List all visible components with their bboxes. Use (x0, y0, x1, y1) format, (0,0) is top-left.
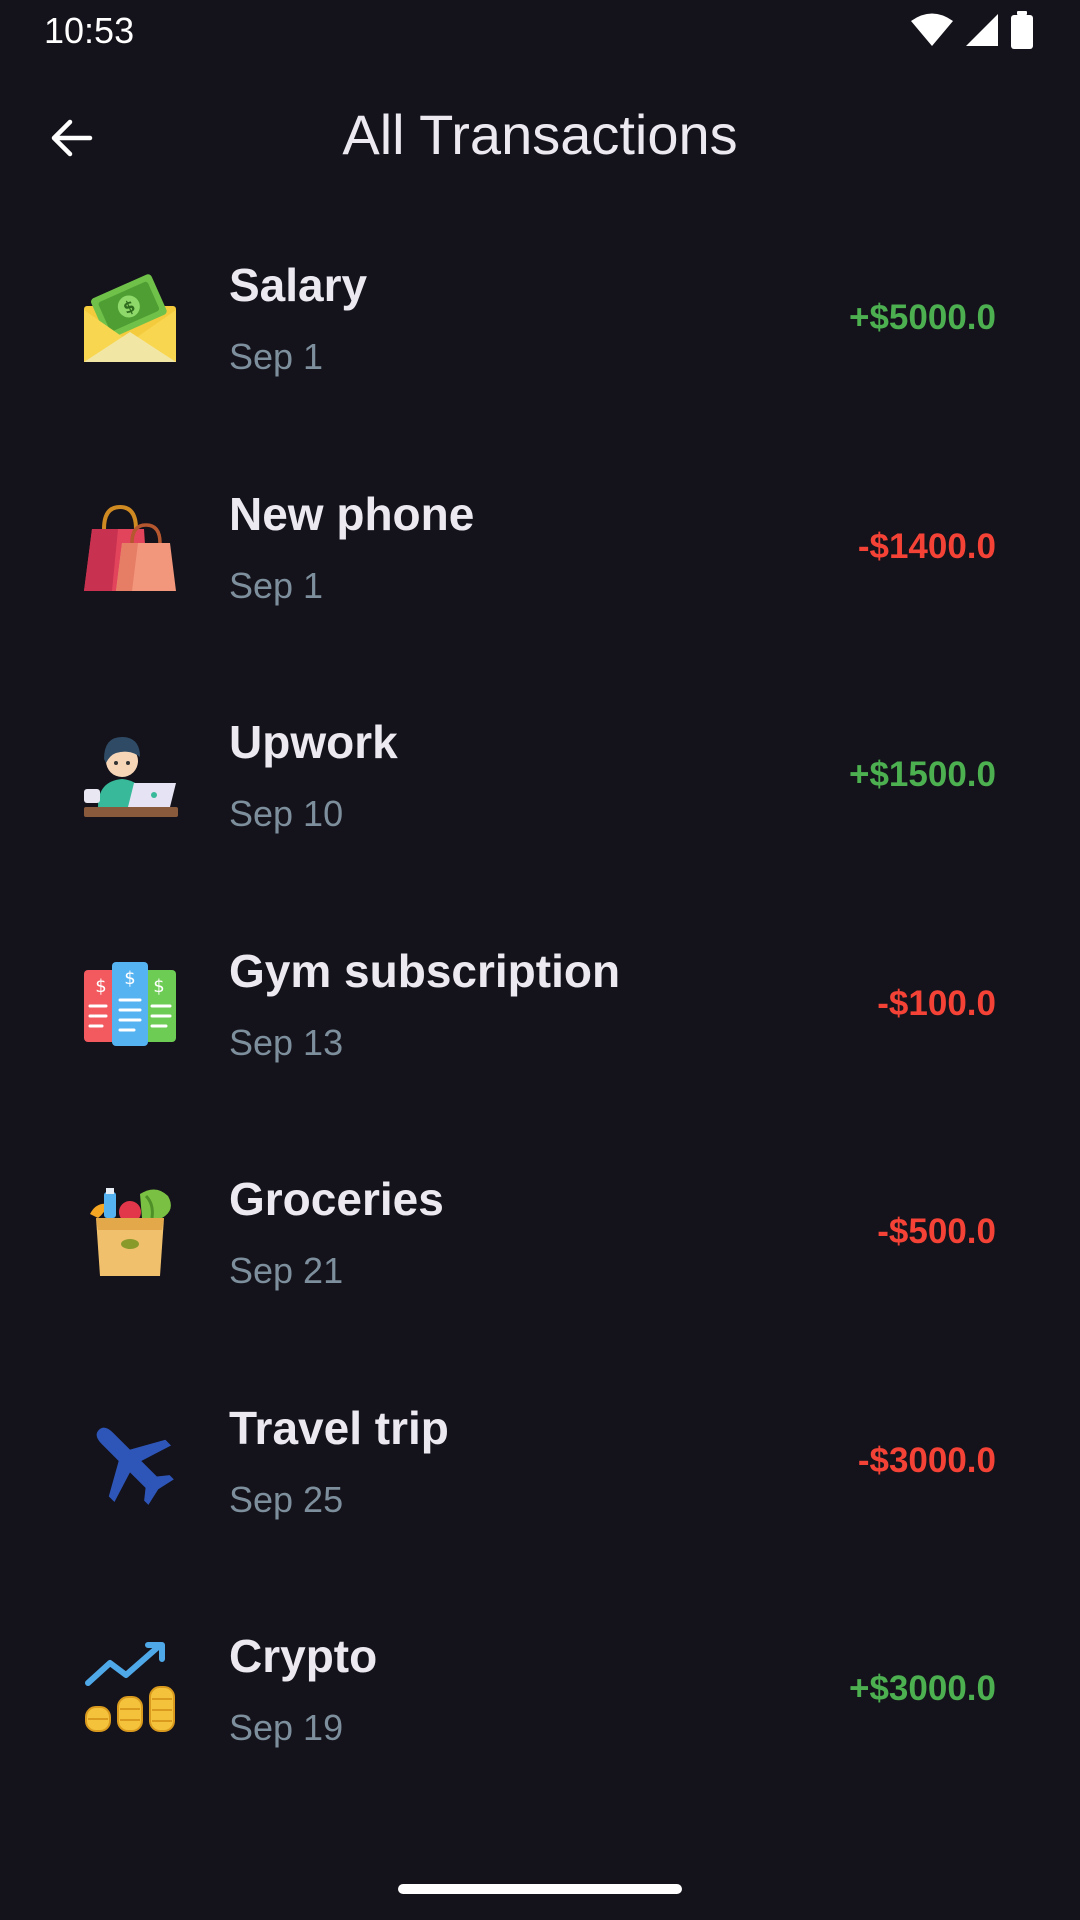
transaction-name: Gym subscription (229, 944, 621, 997)
status-time: 10:53 (44, 10, 135, 51)
receipts-icon: $ $ $ (82, 956, 178, 1052)
transaction-date: Sep 1 (229, 564, 324, 606)
transaction-name: Travel trip (229, 1401, 449, 1454)
freelancer-laptop-icon (82, 727, 178, 823)
transaction-date: Sep 25 (229, 1478, 344, 1520)
battery-icon (1010, 10, 1034, 54)
transactions-list: $ Salary Sep 1 +$5000.0 New phone Sep 1 … (0, 222, 1080, 1822)
transaction-row[interactable]: Crypto Sep 19 +$3000.0 (0, 1593, 1080, 1822)
transaction-name: New phone (229, 487, 475, 540)
airplane-icon (82, 1413, 178, 1509)
status-bar: 10:53 (0, 0, 1080, 64)
transaction-row[interactable]: $ Salary Sep 1 +$5000.0 (0, 222, 1080, 451)
home-indicator[interactable] (398, 1884, 682, 1894)
transaction-date: Sep 21 (229, 1250, 344, 1291)
transaction-amount: +$3000.0 (849, 1669, 996, 1708)
app-bar: All Transactions (0, 64, 1080, 206)
signal-icon (964, 12, 1000, 53)
transaction-row[interactable]: New phone Sep 1 -$1400.0 (0, 451, 1080, 680)
transaction-amount: +$1500.0 (849, 755, 996, 794)
transaction-date: Sep 10 (229, 793, 344, 834)
transaction-amount: -$500.0 (877, 1212, 996, 1251)
salary-envelope-icon: $ (82, 270, 178, 366)
transaction-row[interactable]: $ $ $ Gym subscription Sep 13 -$100.0 (0, 908, 1080, 1137)
transaction-date: Sep 13 (229, 1021, 344, 1063)
transaction-amount: +$5000.0 (849, 298, 996, 337)
svg-text:$: $ (124, 968, 135, 989)
svg-text:$: $ (153, 976, 164, 997)
transaction-row[interactable]: Groceries Sep 21 -$500.0 (0, 1136, 1080, 1365)
transaction-amount: -$1400.0 (857, 526, 996, 566)
transaction-name: Crypto (229, 1630, 378, 1682)
wifi-icon (910, 12, 954, 53)
grocery-bag-icon (82, 1184, 178, 1280)
transaction-name: Salary (229, 259, 368, 311)
transaction-date: Sep 19 (229, 1707, 344, 1748)
transaction-amount: -$100.0 (877, 983, 996, 1023)
coins-growth-icon (82, 1641, 178, 1737)
page-title: All Transactions (342, 103, 738, 166)
transaction-date: Sep 1 (229, 336, 324, 377)
transaction-row[interactable]: Travel trip Sep 25 -$3000.0 (0, 1365, 1080, 1594)
status-icons (910, 10, 1034, 54)
transaction-amount: -$3000.0 (857, 1440, 996, 1480)
transaction-name: Upwork (229, 716, 398, 768)
transaction-row[interactable]: Upwork Sep 10 +$1500.0 (0, 679, 1080, 908)
shopping-bags-icon (82, 499, 178, 595)
transaction-name: Groceries (229, 1173, 444, 1225)
svg-text:$: $ (95, 976, 106, 997)
